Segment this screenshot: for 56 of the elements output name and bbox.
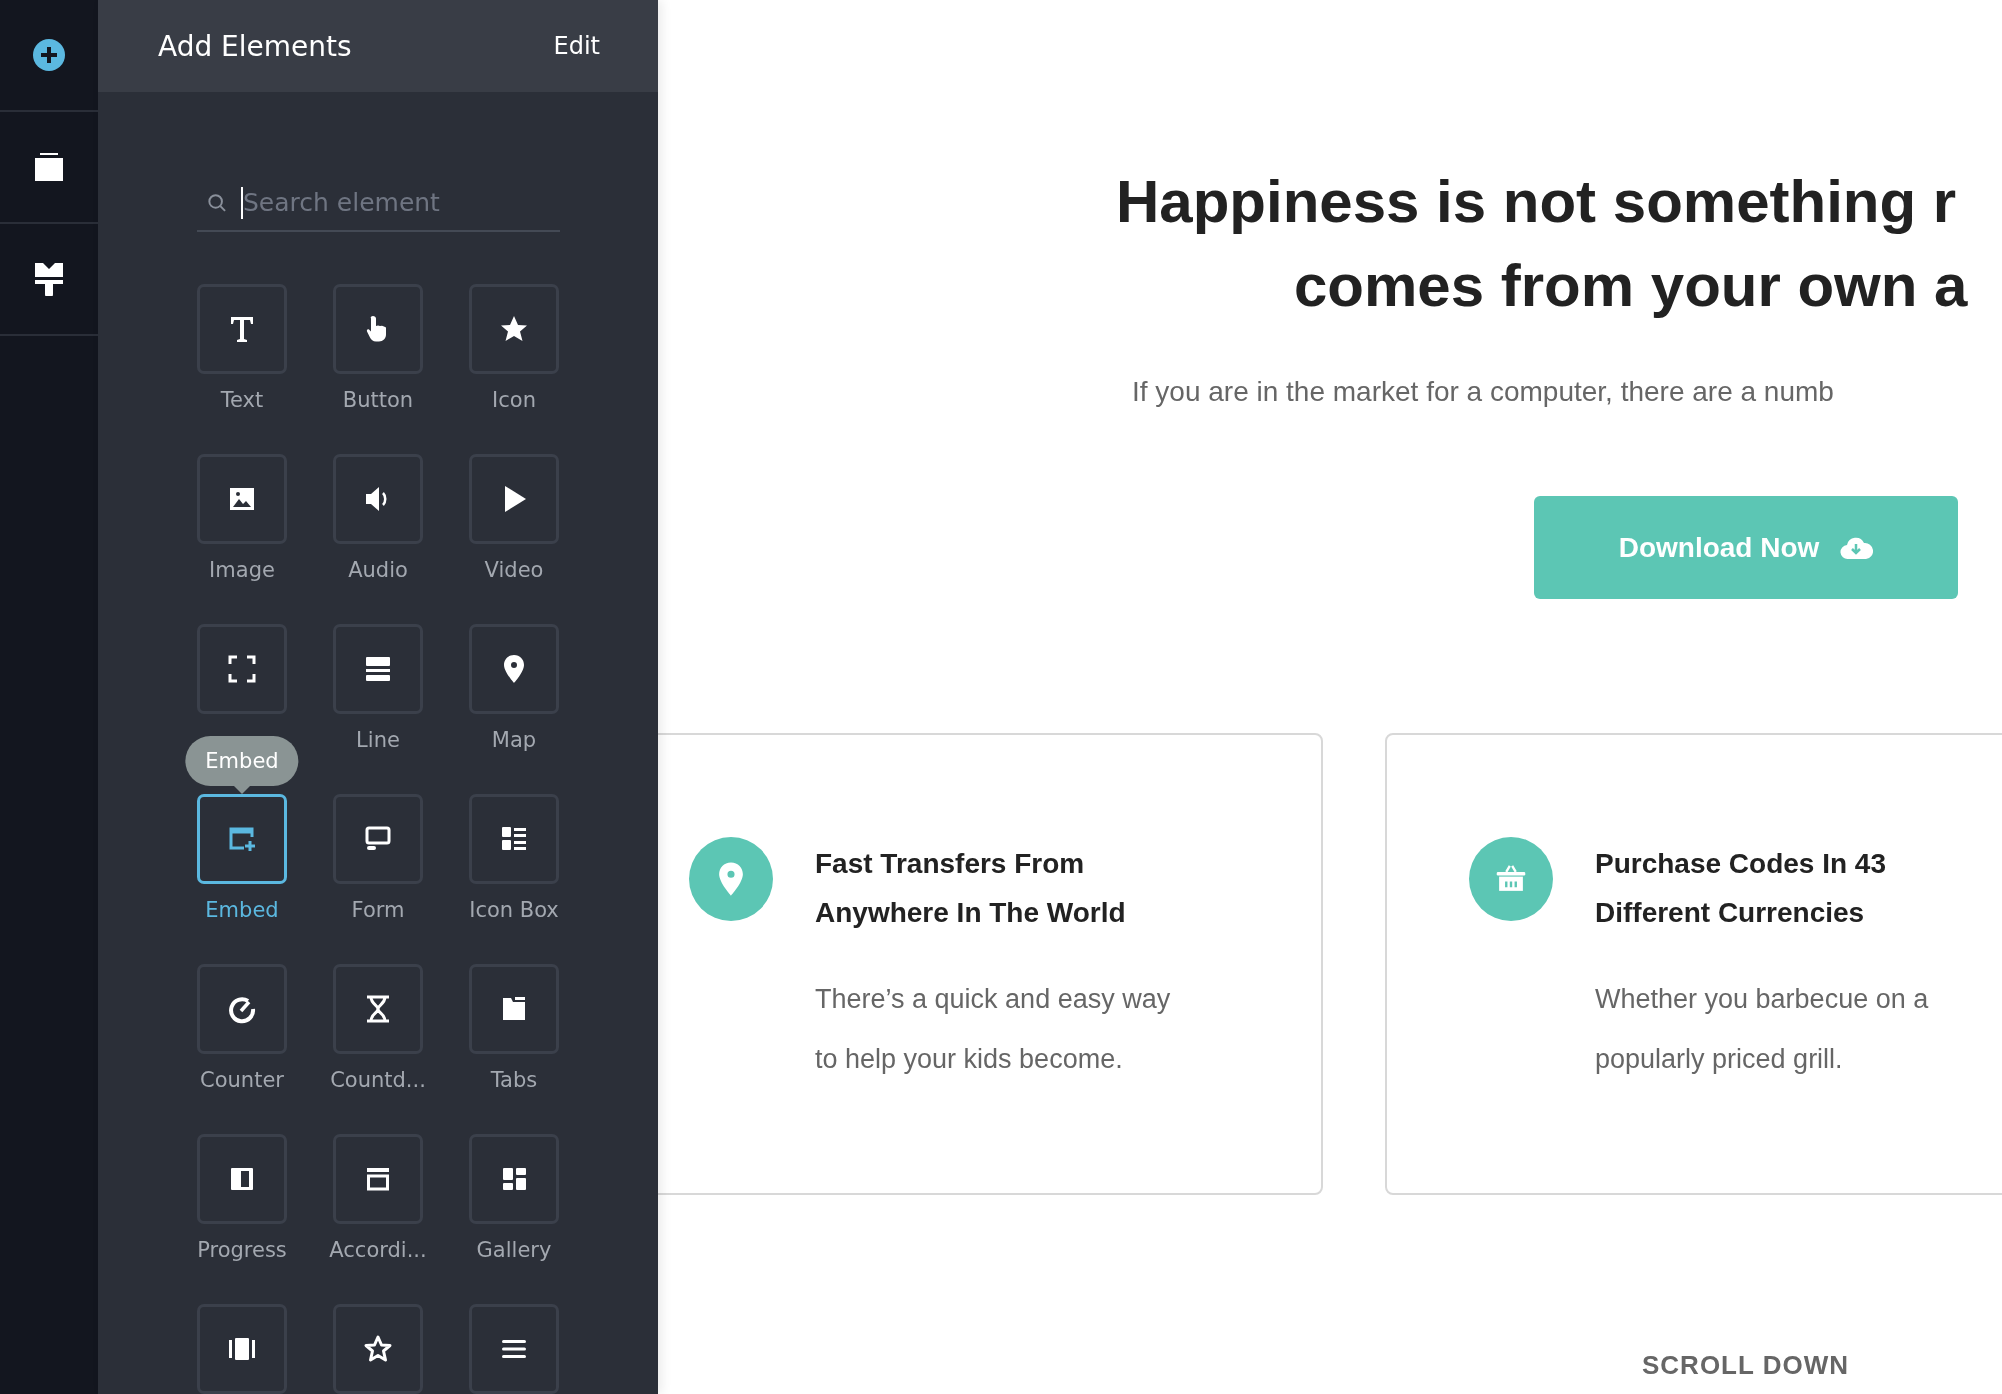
layers-icon <box>34 152 64 182</box>
brush-icon <box>34 262 64 296</box>
element-label: Counter <box>200 1067 284 1094</box>
element-label: Audio <box>348 557 408 584</box>
element-label: Image <box>209 557 275 584</box>
element-tile[interactable] <box>197 1304 287 1394</box>
element-tile[interactable] <box>469 284 559 374</box>
element-label: Countd... <box>330 1067 426 1094</box>
element-label: Line <box>356 727 400 754</box>
element-tile[interactable] <box>333 1134 423 1224</box>
element-label: Tabs <box>490 1067 538 1094</box>
element-label: Embed <box>205 897 279 924</box>
element-label: Text <box>220 387 264 414</box>
element-label: Video <box>484 557 544 584</box>
element-tile[interactable] <box>469 964 559 1054</box>
element-tile[interactable] <box>469 624 559 714</box>
element-tile[interactable] <box>469 454 559 544</box>
feature-title: Purchase Codes In 43 Different Currencies <box>1595 847 1887 930</box>
element-tile[interactable] <box>469 794 559 884</box>
element-label: Gallery <box>476 1237 552 1264</box>
element-tile[interactable] <box>333 284 423 374</box>
element-label: Icon Box <box>469 897 559 924</box>
text-cursor <box>241 186 243 219</box>
feature-description: Whether you barbecue on a popularly priced grill. <box>1595 983 1929 1076</box>
element-tile[interactable] <box>197 454 287 544</box>
element-label: Progress <box>197 1237 287 1264</box>
element-label: Form <box>351 897 405 924</box>
star-outline-icon <box>362 1333 394 1365</box>
element-tile[interactable] <box>469 1304 559 1394</box>
element-tile[interactable] <box>197 1134 287 1224</box>
panel-title: Add Elements <box>158 29 352 63</box>
element-tile[interactable] <box>197 794 287 884</box>
element-label: Icon <box>492 387 536 414</box>
element-tile[interactable] <box>333 624 423 714</box>
element-tile[interactable] <box>197 284 287 374</box>
hero-heading-line: comes from your own a <box>1294 251 1969 321</box>
hero-subtitle: If you are in the market for a computer, there are a numb <box>1132 376 1835 408</box>
tooltip: Embed <box>185 736 299 786</box>
element-tile[interactable] <box>333 794 423 884</box>
element-tile[interactable] <box>197 964 287 1054</box>
element-tile[interactable] <box>469 1134 559 1224</box>
frame-corners-icon <box>226 653 258 685</box>
element-tile[interactable] <box>333 964 423 1054</box>
add-icon <box>32 38 66 72</box>
element-tile[interactable] <box>197 624 287 714</box>
element-tile[interactable] <box>333 454 423 544</box>
element-label: Accordi... <box>329 1237 427 1264</box>
element-tile[interactable] <box>333 1304 423 1394</box>
feature-title: Fast Transfers From Anywhere In The World <box>815 847 1127 930</box>
element-label: Button <box>342 387 414 414</box>
search-field[interactable]: Search element <box>243 188 560 217</box>
edit-link[interactable]: Edit <box>553 32 600 60</box>
element-label: Map <box>491 727 537 754</box>
feature-description: There’s a quick and easy way to help your kids become. <box>815 983 1171 1076</box>
scroll-down-label: SCROLL DOWN <box>1642 1350 1850 1381</box>
hero-heading-line: Happiness is not something r <box>1116 167 1958 237</box>
